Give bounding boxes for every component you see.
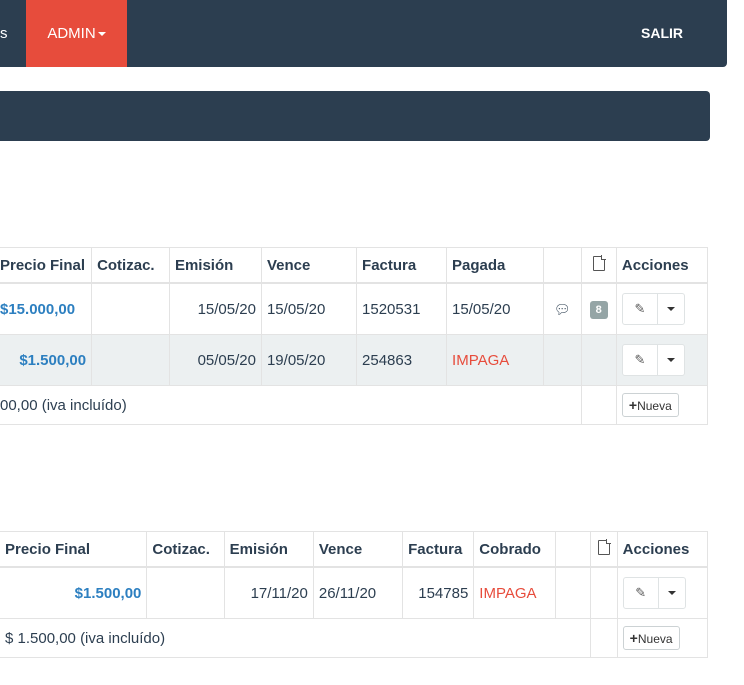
plus-icon: + bbox=[628, 397, 638, 413]
col-factura: Factura bbox=[402, 531, 475, 568]
vence-cell: 26/11/20 bbox=[313, 567, 404, 619]
factura-cell: 254863 bbox=[356, 334, 448, 386]
col-factura: Factura bbox=[356, 247, 448, 284]
col-vence: Vence bbox=[313, 531, 404, 568]
cobrado-cell: IMPAGA bbox=[473, 567, 556, 619]
plus-icon: + bbox=[629, 630, 638, 646]
actions-button-group: ✎ bbox=[621, 344, 685, 376]
table-footer-row: $ 1.500,00 (iva incluído) +Nueva bbox=[0, 618, 709, 658]
cotizac-cell bbox=[146, 567, 225, 619]
emision-cell: 17/11/20 bbox=[224, 567, 314, 619]
attachments-count-badge[interactable]: 8 bbox=[589, 300, 608, 319]
attachments-cell bbox=[590, 567, 618, 619]
vence-cell: 19/05/20 bbox=[261, 334, 358, 386]
col-comments bbox=[543, 247, 582, 284]
new-button[interactable]: +Nueva bbox=[621, 393, 679, 417]
panel-header bbox=[0, 91, 710, 141]
attachments-cell bbox=[581, 334, 617, 386]
table-row: $1.500,00 17/11/20 26/11/20 154785 IMPAG… bbox=[0, 567, 709, 619]
caret-down-icon bbox=[666, 358, 675, 363]
purchases-table: Precio Final Cotizac. Emisión Vence Fact… bbox=[0, 247, 709, 425]
pagada-cell: IMPAGA bbox=[446, 334, 545, 386]
logout-link[interactable]: SALIR bbox=[641, 0, 683, 67]
nav-admin-dropdown[interactable]: ADMIN bbox=[26, 0, 127, 67]
emision-cell: 15/05/20 bbox=[169, 283, 262, 335]
vence-cell: 15/05/20 bbox=[261, 283, 358, 335]
col-emision: Emisión bbox=[169, 247, 262, 284]
table-footer-row: 00,00 (iva incluído) +Nueva bbox=[0, 385, 709, 425]
actions-dropdown-toggle[interactable] bbox=[658, 345, 684, 375]
acciones-cell: ✎ bbox=[617, 567, 709, 619]
precio-final-cell: $1.500,00 bbox=[0, 334, 93, 386]
table-header-row: Precio Final Cotizac. Emisión Vence Fact… bbox=[0, 531, 709, 568]
col-acciones: Acciones bbox=[617, 531, 709, 568]
actions-button-group: ✎ bbox=[621, 293, 685, 325]
footer-actions-cell: +Nueva bbox=[616, 385, 709, 425]
precio-final-cell: $1.500,00 bbox=[0, 567, 148, 619]
col-acciones: Acciones bbox=[616, 247, 709, 284]
pagada-cell: 15/05/20 bbox=[446, 283, 545, 335]
nav-admin-label: ADMIN bbox=[47, 25, 96, 42]
caret-down-icon bbox=[667, 591, 676, 596]
new-button-label: Nueva bbox=[637, 632, 673, 646]
comments-cell: 💬︎ bbox=[543, 283, 582, 335]
sales-table: Precio Final Cotizac. Emisión Vence Fact… bbox=[0, 531, 709, 658]
comments-icon[interactable]: 💬︎ bbox=[554, 302, 571, 317]
total-text: $ 1.500,00 (iva incluído) bbox=[0, 618, 591, 658]
col-vence: Vence bbox=[261, 247, 358, 284]
edit-button[interactable]: ✎ bbox=[623, 294, 658, 324]
col-cobrado: Cobrado bbox=[473, 531, 556, 568]
top-navbar: s ADMIN SALIR bbox=[0, 0, 727, 67]
edit-button[interactable]: ✎ bbox=[624, 578, 659, 608]
caret-down-icon bbox=[666, 307, 675, 312]
actions-dropdown-toggle[interactable] bbox=[658, 294, 684, 324]
caret-down-icon bbox=[97, 32, 106, 37]
new-button[interactable]: +Nueva bbox=[622, 626, 680, 650]
table-header-row: Precio Final Cotizac. Emisión Vence Fact… bbox=[0, 247, 709, 284]
precio-final-cell: $15.000,00 bbox=[0, 283, 93, 335]
edit-button[interactable]: ✎ bbox=[623, 345, 658, 375]
nav-item-partial[interactable]: s bbox=[0, 0, 8, 67]
emision-cell: 05/05/20 bbox=[169, 334, 262, 386]
footer-actions-cell: +Nueva bbox=[617, 618, 709, 658]
factura-cell: 154785 bbox=[402, 567, 475, 619]
cotizac-cell bbox=[91, 283, 170, 335]
col-attachments bbox=[581, 247, 617, 284]
col-cotizac: Cotizac. bbox=[146, 531, 225, 568]
col-precio-final: Precio Final bbox=[0, 531, 148, 568]
col-attachments bbox=[590, 531, 618, 568]
new-button-label: Nueva bbox=[637, 399, 672, 413]
table-row: $15.000,00 15/05/20 15/05/20 1520531 15/… bbox=[0, 283, 709, 335]
cotizac-cell bbox=[91, 334, 170, 386]
col-spacer bbox=[555, 531, 591, 568]
actions-dropdown-toggle[interactable] bbox=[659, 578, 685, 608]
document-icon bbox=[597, 538, 611, 555]
spacer-cell bbox=[555, 567, 591, 619]
col-precio-final: Precio Final bbox=[0, 247, 93, 284]
acciones-cell: ✎ bbox=[616, 334, 709, 386]
factura-cell: 1520531 bbox=[356, 283, 448, 335]
col-pagada: Pagada bbox=[446, 247, 545, 284]
attachments-cell: 8 bbox=[581, 283, 617, 335]
col-cotizac: Cotizac. bbox=[91, 247, 170, 284]
table-row: $1.500,00 05/05/20 19/05/20 254863 IMPAG… bbox=[0, 334, 709, 386]
footer-spacer bbox=[581, 385, 617, 425]
comments-cell bbox=[543, 334, 582, 386]
total-text: 00,00 (iva incluído) bbox=[0, 385, 582, 425]
actions-button-group: ✎ bbox=[622, 577, 686, 609]
footer-spacer bbox=[590, 618, 618, 658]
acciones-cell: ✎ bbox=[616, 283, 709, 335]
document-icon bbox=[592, 254, 606, 271]
col-emision: Emisión bbox=[224, 531, 314, 568]
